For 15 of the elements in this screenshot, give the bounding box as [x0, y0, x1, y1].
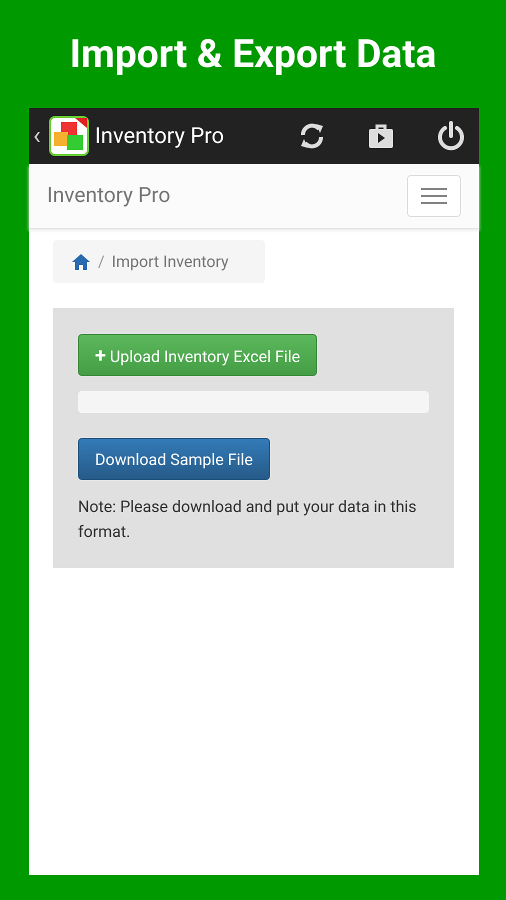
- breadcrumb-item: Import Inventory: [112, 252, 229, 271]
- menu-button[interactable]: [407, 175, 461, 217]
- boxes-logo-icon: [48, 116, 89, 156]
- home-icon[interactable]: [71, 252, 91, 270]
- back-button[interactable]: ‹: [33, 123, 41, 149]
- power-icon[interactable]: [435, 120, 467, 152]
- breadcrumb-separator: /: [98, 252, 105, 271]
- download-button[interactable]: Download Sample File: [78, 438, 270, 480]
- store-bag-icon[interactable]: [367, 122, 395, 150]
- navbar-brand[interactable]: Inventory Pro: [47, 184, 170, 208]
- app-title: Inventory Pro: [94, 124, 224, 148]
- note-text: Note: Please download and put your data in this format.: [78, 496, 418, 543]
- headline: Import & Export Data: [68, 30, 438, 77]
- menu-icon: [421, 187, 447, 205]
- upload-button[interactable]: + Upload Inventory Excel File: [78, 334, 318, 376]
